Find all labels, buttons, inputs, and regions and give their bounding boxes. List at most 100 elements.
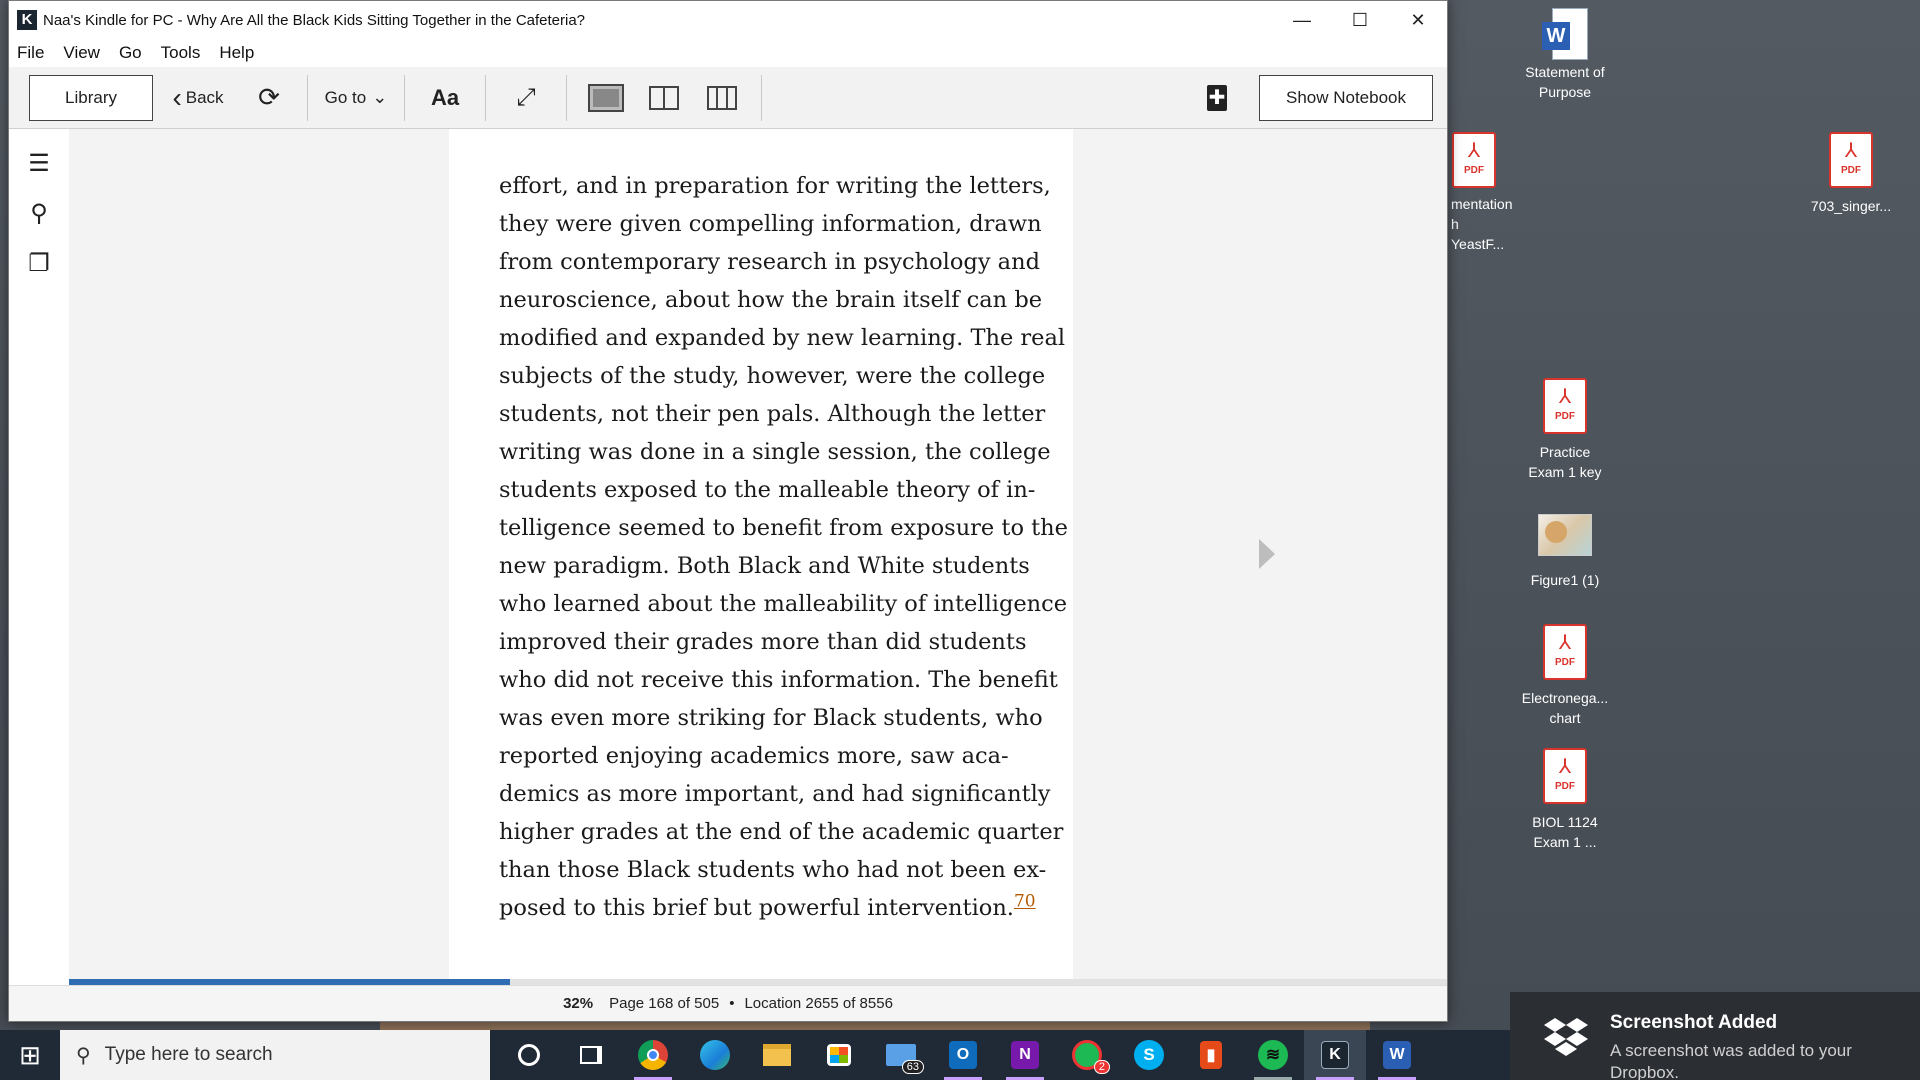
desktop-icon-biol-exam[interactable]: ⅄ PDF BIOL 1124 Exam 1 ...	[1505, 748, 1625, 852]
book-text-line: students, not their pen pals. Although t…	[499, 401, 1046, 427]
back-label: Back	[185, 87, 224, 107]
word-icon[interactable]: W	[1366, 1030, 1428, 1080]
cortana-icon[interactable]	[498, 1030, 560, 1080]
book-text-line: writing was done in a single session, th…	[499, 439, 1051, 465]
image-thumbnail-icon	[1538, 514, 1592, 556]
dropbox-notification[interactable]: Screenshot Added A screenshot was added …	[1510, 992, 1920, 1080]
menu-view[interactable]: View	[63, 43, 100, 63]
menu-file[interactable]: File	[17, 43, 44, 63]
book-text-line: from contemporary research in psychology…	[499, 249, 1040, 275]
search-placeholder: Type here to search	[104, 1044, 273, 1065]
desktop-icon-electronegativity[interactable]: ⅄ PDF Electronega... chart	[1505, 624, 1625, 728]
desktop-icon-label: 703_singer...	[1810, 198, 1892, 214]
onenote-icon[interactable]: N	[994, 1030, 1056, 1080]
percent-read: 32%	[563, 995, 594, 1012]
desktop-icon-label: Statement of	[1525, 64, 1605, 80]
location-number: Location 2655 of 8556	[744, 995, 893, 1012]
teams-badge: 2	[1093, 1060, 1110, 1074]
two-column-view-button[interactable]	[635, 85, 693, 110]
footnote-link[interactable]: 70	[1014, 892, 1036, 912]
book-text-line: who learned about the malleability of in…	[499, 591, 1068, 617]
minimize-button[interactable]: —	[1273, 1, 1331, 39]
font-settings-button[interactable]: Aa	[405, 85, 485, 111]
chrome-icon[interactable]	[622, 1030, 684, 1080]
book-text-line: subjects of the study, however, were the…	[499, 363, 1046, 389]
two-column-icon	[649, 85, 679, 110]
desktop-icon-label: Figure1 (1)	[1530, 572, 1600, 588]
toolbar: Library ‹ Back ⟳ Go to ⌄ Aa ⤢ ✚ Show Not…	[9, 67, 1447, 129]
desktop-icon-label: Practice	[1539, 444, 1591, 460]
close-button[interactable]: ✕	[1389, 1, 1447, 39]
pdf-icon: ⅄ PDF	[1543, 748, 1587, 804]
kindle-window: K Naa's Kindle for PC - Why Are All the …	[8, 0, 1448, 1022]
desktop-icon-practice-exam[interactable]: ⅄ PDF Practice Exam 1 key	[1505, 378, 1625, 482]
chevron-left-icon: ‹	[172, 81, 182, 113]
windows-start-icon[interactable]: ⊞	[0, 1030, 60, 1080]
word-document-icon: W	[1542, 8, 1588, 62]
task-view-icon[interactable]	[560, 1030, 622, 1080]
desktop-icon-label: Electronega...	[1521, 690, 1609, 706]
pdf-icon: ⅄ PDF	[1452, 132, 1496, 188]
back-button[interactable]: ‹ Back	[167, 81, 229, 113]
chevron-down-icon: ⌄	[372, 87, 388, 107]
skype-icon[interactable]: S	[1118, 1030, 1180, 1080]
reading-area: ☰ ⚲ ❐ effort, and in preparation for wri…	[9, 129, 1447, 985]
book-text-line: higher grades at the end of the academic…	[499, 819, 1064, 845]
wide-view-button[interactable]	[693, 85, 751, 110]
desktop-icon-label: Exam 1 ...	[1533, 834, 1597, 850]
menu-tools[interactable]: Tools	[161, 43, 201, 63]
mail-badge: 63	[901, 1060, 924, 1074]
goto-button[interactable]: Go to ⌄	[308, 87, 404, 108]
outlook-icon[interactable]: O	[932, 1030, 994, 1080]
toolbar-divider	[761, 74, 762, 121]
status-separator: •	[729, 995, 735, 1012]
file-explorer-icon[interactable]	[746, 1030, 808, 1080]
book-text-line: who did not receive this information. Th…	[499, 667, 1058, 693]
library-button[interactable]: Library	[29, 74, 153, 121]
desktop-icon-label: h YeastF...	[1451, 216, 1505, 252]
toolbar-divider	[566, 74, 567, 121]
edge-icon[interactable]	[684, 1030, 746, 1080]
sync-icon[interactable]: ⟳	[249, 82, 289, 113]
next-page-arrow-icon[interactable]	[1259, 539, 1275, 569]
store-icon[interactable]	[808, 1030, 870, 1080]
desktop-icon-label: Purpose	[1538, 84, 1592, 100]
teams-chat-icon[interactable]: 2	[1056, 1030, 1118, 1080]
single-page-icon	[588, 83, 624, 112]
maximize-button[interactable]: ☐	[1331, 1, 1389, 39]
mail-icon[interactable]: 63	[870, 1030, 932, 1080]
pdf-icon: ⅄ PDF	[1829, 132, 1873, 188]
fullscreen-icon[interactable]: ⤢	[486, 84, 566, 112]
book-text-line: modified and expanded by new learning. T…	[499, 325, 1066, 351]
book-text-line: neuroscience, about how the brain itself…	[499, 287, 1043, 313]
multi-column-icon	[707, 85, 737, 110]
desktop-icon-figure1[interactable]: Figure1 (1)	[1505, 506, 1625, 590]
book-text-line: posed to this brief but powerful interve…	[499, 889, 1039, 927]
left-rail: ☰ ⚲ ❐	[9, 129, 69, 985]
flashcards-icon[interactable]: ❐	[9, 233, 69, 293]
taskbar-search-box[interactable]: ⚲ Type here to search	[60, 1030, 490, 1080]
show-notebook-button[interactable]: Show Notebook	[1259, 74, 1433, 121]
desktop-icon-statement[interactable]: W Statement of Purpose	[1505, 8, 1625, 102]
desktop-icon-label: mentation	[1451, 196, 1512, 212]
dropbox-icon	[1544, 1018, 1588, 1056]
desktop-icon-703-singer[interactable]: ⅄ PDF 703_singer...	[1791, 132, 1911, 216]
search-icon: ⚲	[76, 1044, 91, 1067]
kindle-taskbar-icon[interactable]: K	[1304, 1030, 1366, 1080]
book-text-line: they were given compelling information, …	[499, 211, 1042, 237]
goto-label: Go to	[324, 87, 367, 107]
book-text-line: telligence seemed to benefit from exposu…	[499, 515, 1068, 541]
spotify-icon[interactable]: ≋	[1242, 1030, 1304, 1080]
book-text-line: effort, and in preparation for writing t…	[499, 173, 1051, 199]
book-page: effort, and in preparation for writing t…	[449, 129, 1073, 984]
single-column-view-button[interactable]	[577, 83, 635, 112]
book-text-line: new paradigm. Both Black and White stude…	[499, 553, 1030, 579]
menu-go[interactable]: Go	[119, 43, 142, 63]
page-number: Page 168 of 505	[609, 995, 720, 1012]
menu-help[interactable]: Help	[219, 43, 254, 63]
notification-body: A screenshot was added to your Dropbox.	[1610, 1041, 1852, 1080]
office-icon[interactable]: ▮	[1180, 1030, 1242, 1080]
pdf-icon: ⅄ PDF	[1543, 378, 1587, 434]
bookmark-icon[interactable]: ✚	[1207, 84, 1227, 111]
book-text-line: improved their grades more than did stud…	[499, 629, 1027, 655]
